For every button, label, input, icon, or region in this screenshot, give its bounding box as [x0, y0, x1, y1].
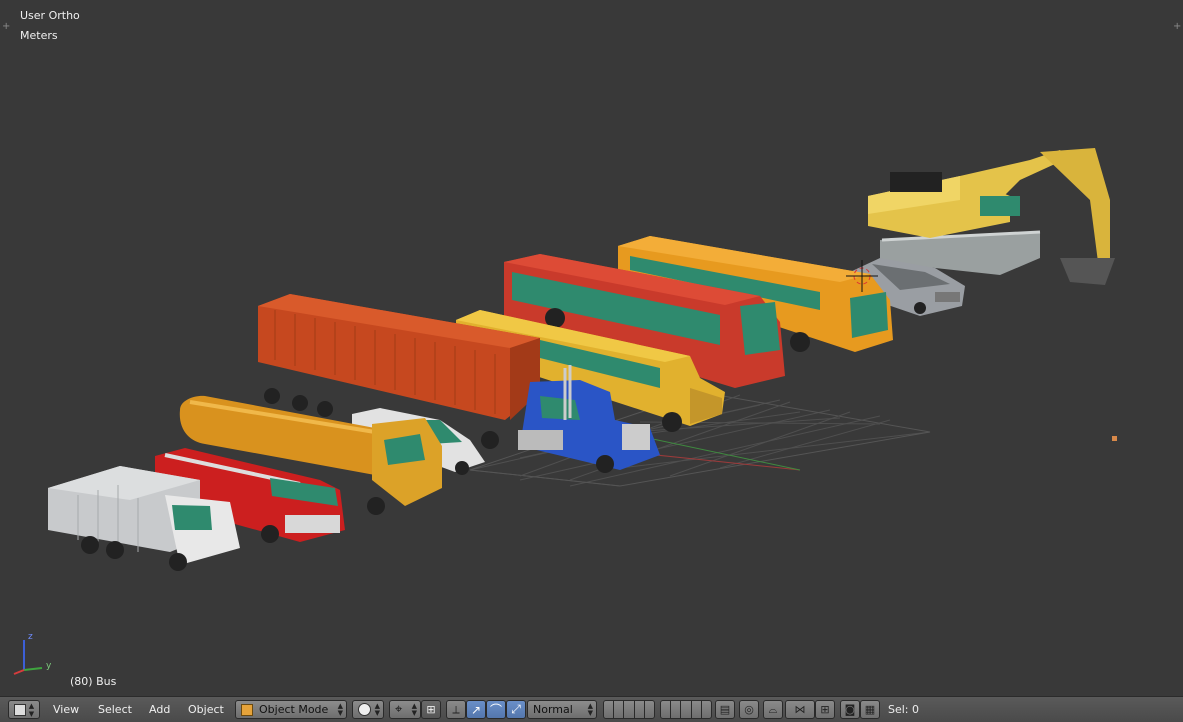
solid-sphere-icon	[358, 703, 371, 716]
editor-type-button[interactable]: ▲ ▼	[8, 700, 40, 719]
viewport-shading-dropdown[interactable]: ▲ ▼	[352, 700, 384, 719]
snap-target-button[interactable]: ⊞	[815, 700, 835, 719]
axis-y-label: y	[46, 661, 52, 671]
chevron-updown-icon: ▲ ▼	[337, 702, 343, 717]
magnet-icon: ⌓	[768, 702, 778, 716]
chevron-down-icon: ▲ ▼	[28, 701, 35, 718]
render-button[interactable]: ◙	[840, 700, 860, 719]
menu-object[interactable]: Object	[188, 703, 224, 722]
render-animation-button[interactable]: ▦	[860, 700, 880, 719]
rotate-icon: ⌒	[489, 703, 502, 717]
clapperboard-icon: ▦	[864, 703, 876, 716]
snap-target-icon: ⊞	[820, 703, 830, 716]
manipulate-center-icon: ⊞	[426, 703, 436, 716]
axis-z-label: z	[28, 632, 33, 642]
chevron-updown-icon: ▲ ▼	[411, 702, 417, 717]
layers-icon: ▤	[719, 703, 731, 716]
translate-button[interactable]: ↗	[466, 700, 486, 719]
light-object-icon	[1112, 436, 1117, 441]
mode-dropdown[interactable]: Object Mode ▲ ▼	[235, 700, 347, 719]
pivot-manipulate-button[interactable]: ⊞	[421, 700, 441, 719]
scene-canvas[interactable]	[0, 0, 1183, 696]
proportional-edit-button[interactable]: ◎	[739, 700, 759, 719]
translate-icon: ↗	[470, 702, 482, 717]
snap-toggle-button[interactable]: ⌓	[763, 700, 783, 719]
chevron-updown-icon: ▲ ▼	[587, 702, 593, 717]
snap-element-icon: ⋈	[794, 703, 806, 716]
proportional-edit-icon: ◎	[744, 703, 754, 716]
cube-icon	[13, 703, 26, 716]
pivot-icon: ⌖	[395, 702, 403, 717]
menu-add[interactable]: Add	[149, 703, 170, 722]
layers-group-1[interactable]	[603, 700, 656, 719]
3d-viewport[interactable]: User Ortho Meters + + z y (80) Bus	[0, 0, 1183, 696]
frame-object-label: (80) Bus	[70, 675, 117, 688]
menu-view[interactable]: View	[53, 703, 79, 722]
lock-layers-button[interactable]: ▤	[715, 700, 735, 719]
rotate-button[interactable]: ⌒	[486, 700, 506, 719]
chevron-updown-icon: ▲ ▼	[374, 702, 380, 717]
mode-label: Object Mode	[259, 703, 329, 716]
snap-element-dropdown[interactable]: ⋈	[785, 700, 815, 719]
transform-manipulator-toggle[interactable]: ⟂	[446, 700, 466, 719]
pivot-point-dropdown[interactable]: ⌖ ▲ ▼	[389, 700, 421, 719]
layers-group-2[interactable]	[660, 700, 713, 719]
manipulator-icon: ⟂	[452, 702, 460, 716]
transform-orientation-dropdown[interactable]: Normal ▲ ▼	[527, 700, 597, 719]
scale-button[interactable]: ⤢	[506, 700, 526, 719]
menu-select[interactable]: Select	[98, 703, 132, 722]
camera-icon: ◙	[844, 703, 856, 716]
object-mode-icon	[241, 703, 253, 716]
orientation-label: Normal	[533, 703, 573, 716]
viewport-header: ▲ ▼ View Select Add Object Object Mode ▲ ▼…	[0, 696, 1183, 722]
selection-count-label: Sel: 0	[888, 703, 920, 716]
orientation-gizmo	[13, 640, 43, 675]
scale-icon: ⤢	[511, 702, 521, 716]
